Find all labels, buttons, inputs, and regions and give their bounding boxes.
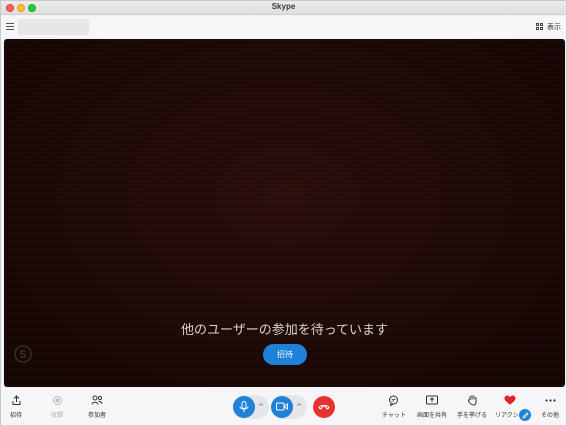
skype-window: Skype 表示 他のユーザーの参加を待っています 招待 S 招待 収録 参加者… (0, 0, 567, 425)
raise-hand-icon (466, 394, 478, 406)
participants-toolbar-label: 参加者 (88, 412, 107, 419)
chat-icon (388, 394, 400, 406)
hang-up-icon (318, 404, 330, 410)
video-button[interactable] (271, 395, 293, 418)
mute-button[interactable] (233, 395, 255, 418)
hamburger-menu-icon[interactable] (6, 23, 14, 30)
more-toolbar-label: その他 (541, 412, 560, 419)
title-bar: Skype (1, 1, 566, 15)
skype-logo-icon: S (14, 345, 32, 363)
record-toolbar-button[interactable]: 収録 (51, 394, 63, 419)
more-toolbar-button[interactable]: その他 (541, 394, 559, 419)
end-call-button[interactable] (313, 395, 335, 418)
view-button-label: 表示 (547, 22, 561, 31)
svg-text:S: S (19, 348, 27, 361)
chat-toolbar-label: チャット (382, 412, 406, 419)
window-title: Skype (271, 2, 296, 11)
share-screen-icon (426, 394, 438, 406)
video-stage: 他のユーザーの参加を待っています 招待 S (4, 39, 565, 387)
more-icon (544, 394, 556, 406)
invite-toolbar-button[interactable]: 招待 (10, 394, 22, 419)
view-button[interactable]: 表示 (536, 20, 561, 33)
chat-toolbar-button[interactable]: チャット (382, 394, 406, 419)
call-controls: ^ ^ (233, 394, 335, 419)
grid-view-icon (536, 22, 544, 31)
waiting-message: 他のユーザーの参加を待っています (180, 323, 389, 338)
mic-options-chevron-icon[interactable]: ^ (255, 396, 267, 418)
microphone-icon (239, 400, 249, 412)
heart-icon (504, 394, 516, 406)
video-control: ^ (271, 394, 307, 419)
raise-hand-toolbar-button[interactable]: 手を挙げる (457, 394, 487, 419)
call-toolbar: 招待 収録 参加者 ^ ^ チャット 画面を共有 手を挙げる リアクシ... そ… (1, 388, 566, 425)
participants-toolbar-button[interactable]: 参加者 (88, 394, 106, 419)
record-toolbar-label: 収録 (51, 412, 64, 419)
video-options-chevron-icon[interactable]: ^ (293, 396, 305, 418)
mic-control: ^ (233, 394, 269, 419)
invite-button[interactable]: 招待 (263, 344, 307, 365)
video-camera-icon (276, 402, 288, 411)
participants-icon (91, 394, 103, 406)
raise-hand-toolbar-label: 手を挙げる (457, 412, 488, 419)
edit-badge-icon[interactable] (519, 409, 531, 421)
call-name-field[interactable] (18, 19, 89, 35)
share-screen-toolbar-button[interactable]: 画面を共有 (417, 394, 447, 419)
invite-toolbar-label: 招待 (10, 412, 23, 419)
record-icon (51, 394, 63, 406)
share-icon (10, 394, 22, 406)
share-screen-toolbar-label: 画面を共有 (417, 412, 448, 419)
call-top-bar: 表示 (1, 16, 566, 38)
